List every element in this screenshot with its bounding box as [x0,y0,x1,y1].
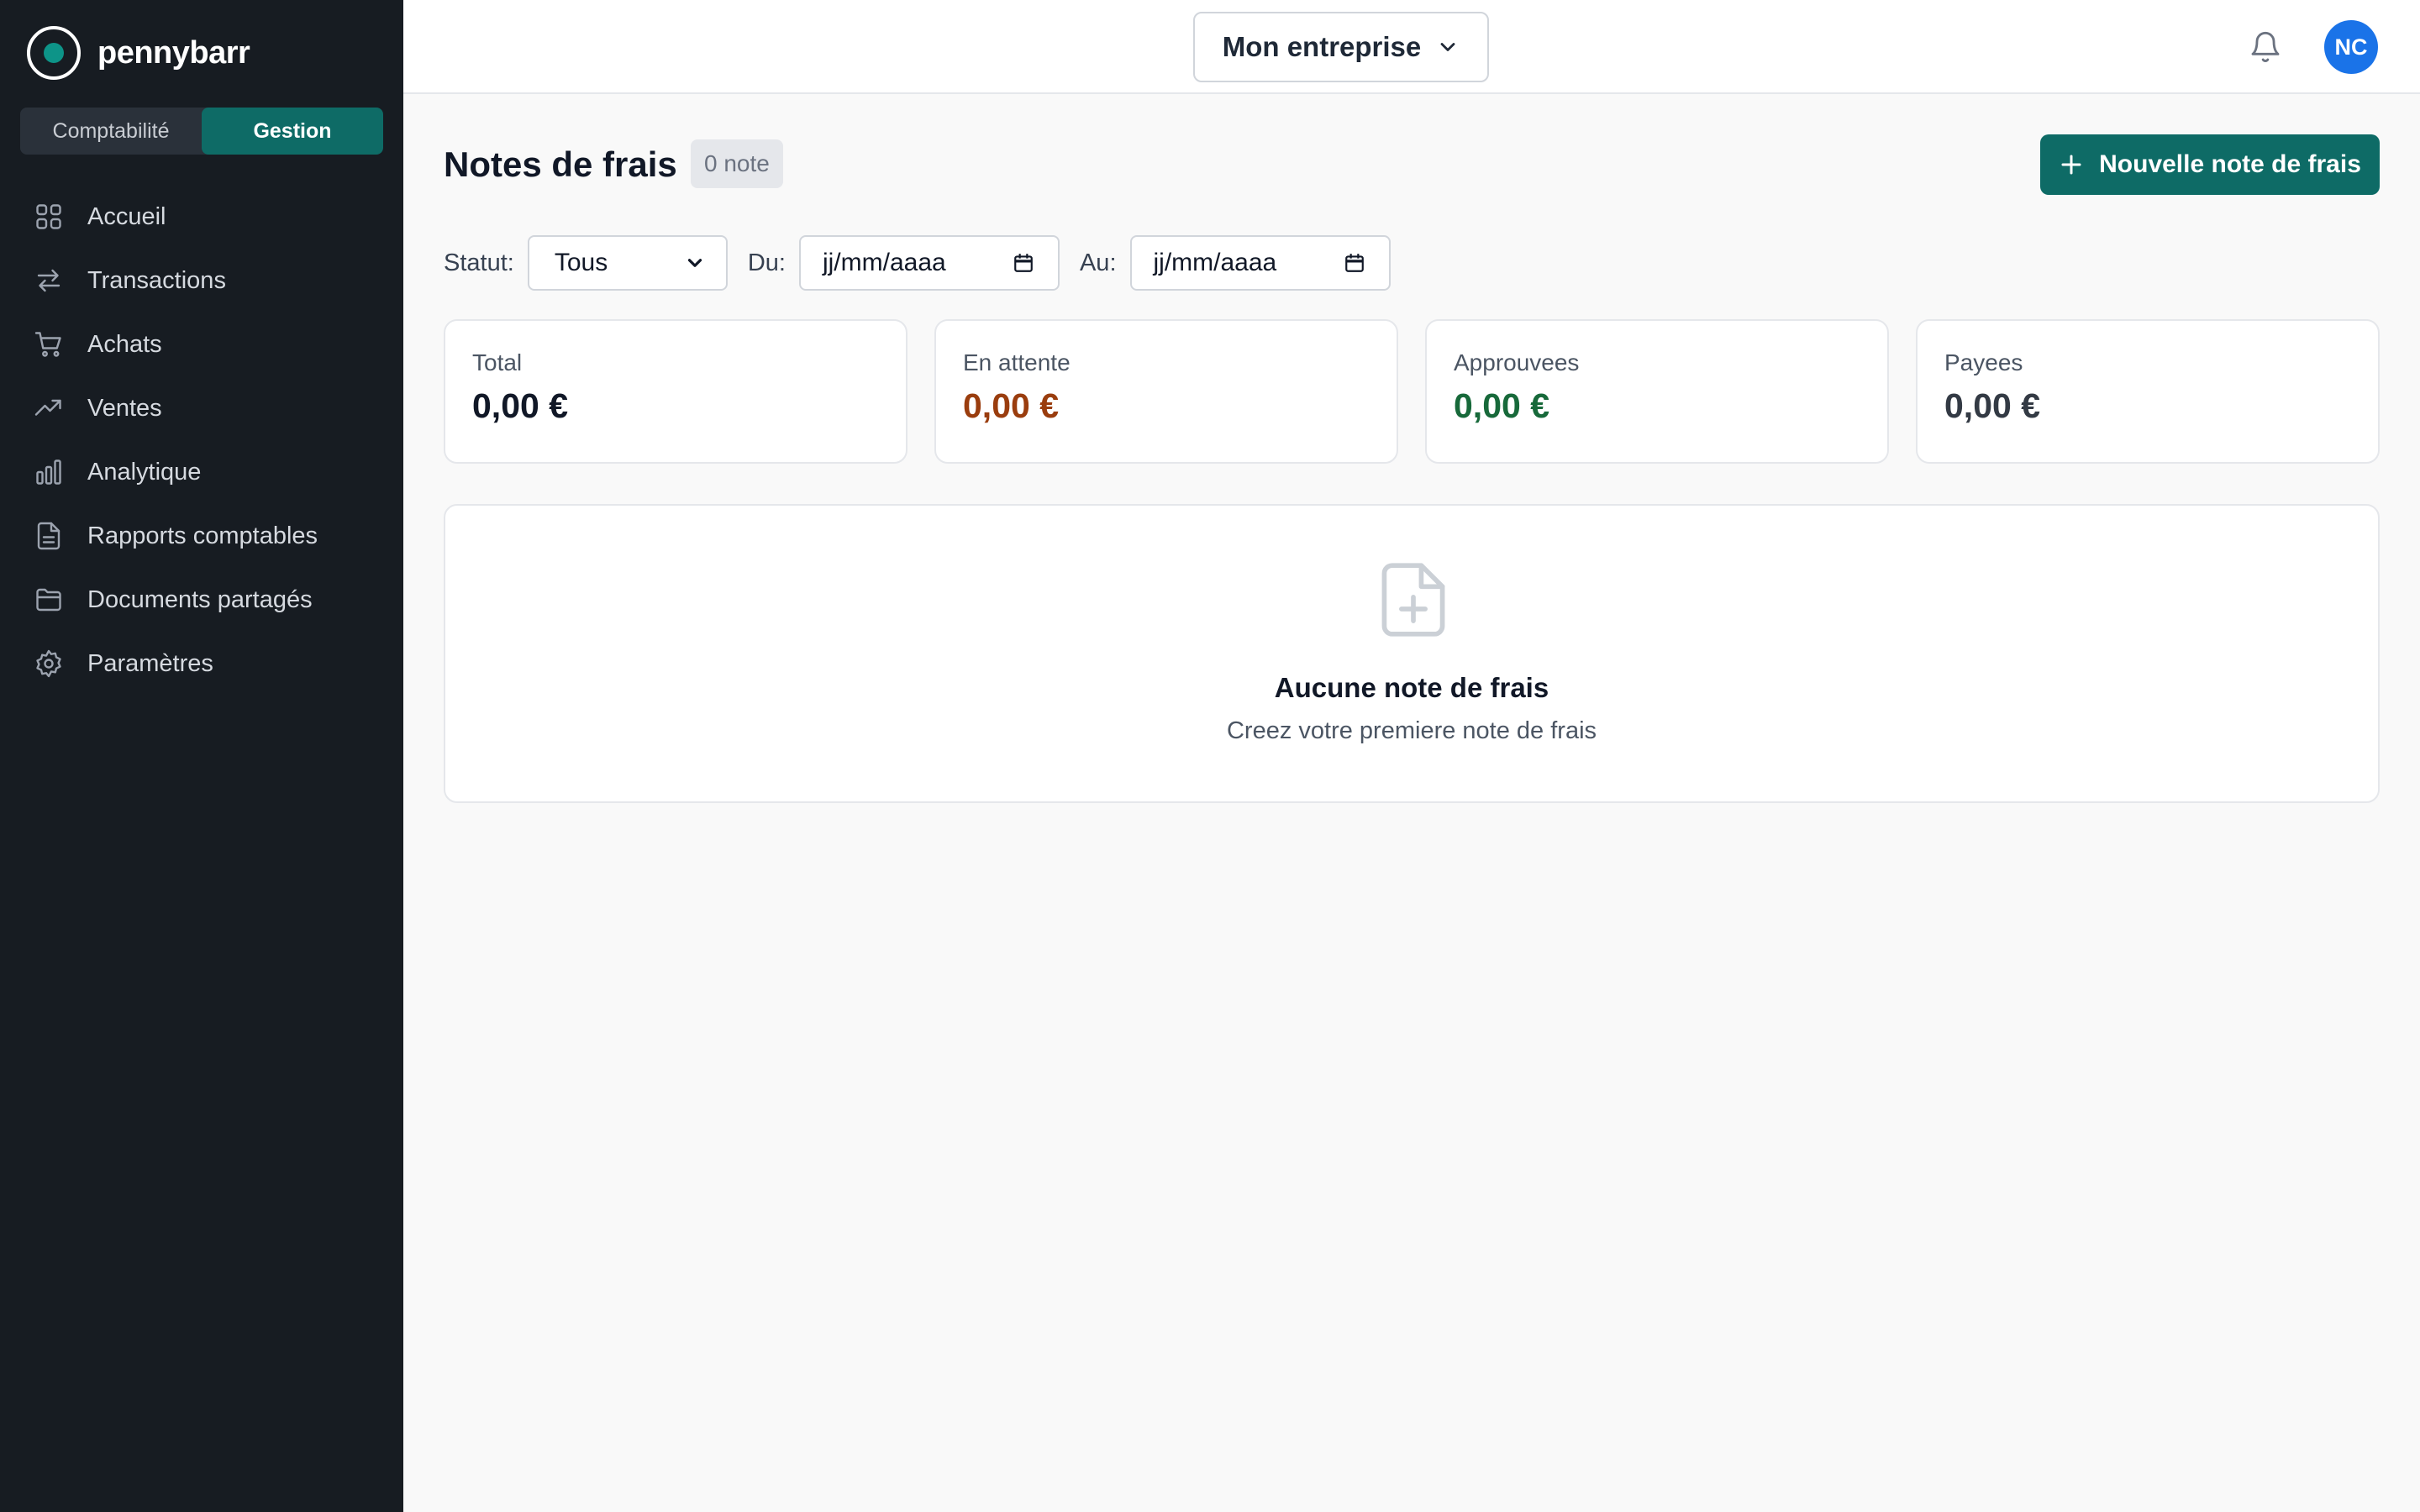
chevron-down-icon [1440,43,1455,51]
sidebar-item-rapports[interactable]: Rapports comptables [0,504,403,568]
sidebar: pennybarr Comptabilité Gestion Accueil T… [0,0,403,1512]
sidebar-item-label: Paramètres [87,649,213,677]
card-value: 0,00 € [963,386,1059,425]
summary-cards: Total 0,00 € En attente 0,00 € Approuvee… [444,319,2380,464]
sidebar-item-ventes[interactable]: Ventes [0,376,403,440]
top-bar: Mon entreprise NC [403,0,2420,94]
status-label: Statut: [444,249,514,276]
summary-card-pending: En attente 0,00 € [934,319,1398,464]
card-value: 0,00 € [472,386,568,425]
sidebar-nav: Accueil Transactions Achats Ventes Analy… [0,185,403,696]
from-date-value: jj/mm/aaaa [822,249,946,276]
filters-bar: Statut: Tous Du: jj/mm/aaaa Au: jj/mm/aa… [444,235,1411,291]
to-date-value: jj/mm/aaaa [1153,249,1277,276]
sidebar-item-parametres[interactable]: Paramètres [0,632,403,696]
status-select[interactable]: Tous [527,235,728,291]
status-value: Tous [554,249,608,276]
tab-comptabilite[interactable]: Comptabilité [20,108,202,155]
trending-up-icon [34,399,61,416]
count-badge: 0 note [691,139,783,188]
brand[interactable]: pennybarr [27,25,250,81]
sidebar-item-label: Documents partagés [87,585,313,613]
sidebar-item-label: Ventes [87,394,162,422]
bar-chart-icon [36,459,61,485]
cart-icon [34,332,61,357]
company-name: Mon entreprise [1222,31,1422,62]
company-selector[interactable]: Mon entreprise [1193,12,1489,82]
sidebar-item-label: Analytique [87,458,202,486]
empty-state: Aucune note de frais Creez votre premier… [444,504,2380,803]
gear-icon [36,649,61,678]
bell-icon[interactable] [2249,30,2282,64]
calendar-icon [1344,254,1364,272]
brand-name: pennybarr [97,34,250,71]
card-value: 0,00 € [1454,386,1549,425]
sidebar-item-transactions[interactable]: Transactions [0,249,403,312]
calendar-icon [1014,254,1033,272]
summary-card-paid: Payees 0,00 € [1916,319,2380,464]
mode-switch: Comptabilité Gestion [20,108,383,155]
card-label: Payees [1944,349,2023,375]
document-icon [37,522,60,550]
card-label: Approuvees [1454,349,1580,375]
empty-state-subtitle: Creez votre premiere note de frais [1226,717,1597,744]
empty-state-title: Aucune note de frais [1274,672,1549,703]
to-label: Au: [1079,249,1117,276]
summary-card-approved: Approuvees 0,00 € [1425,319,1889,464]
main-content: Notes de frais 0 note Nouvelle note de f… [403,94,2420,1512]
file-plus-icon [1381,563,1445,637]
grid-icon [36,204,61,229]
sidebar-item-label: Transactions [87,266,226,294]
plus-icon [2061,155,2081,175]
sidebar-item-label: Rapports comptables [87,522,318,549]
sidebar-item-documents[interactable]: Documents partagés [0,568,403,632]
sidebar-item-analytique[interactable]: Analytique [0,440,403,504]
sidebar-item-achats[interactable]: Achats [0,312,403,376]
card-label: En attente [963,349,1071,375]
chevron-down-icon [687,259,702,267]
sidebar-item-accueil[interactable]: Accueil [0,185,403,249]
sidebar-item-label: Accueil [87,202,166,230]
swap-arrows-icon [37,269,60,292]
summary-card-total: Total 0,00 € [444,319,908,464]
new-expense-button[interactable]: Nouvelle note de frais [2040,134,2380,195]
folder-icon [36,588,61,612]
sidebar-item-label: Achats [87,330,162,358]
logo-icon [27,26,81,80]
to-date-input[interactable]: jj/mm/aaaa [1129,235,1391,291]
tab-gestion[interactable]: Gestion [202,108,383,155]
card-value: 0,00 € [1944,386,2040,425]
card-label: Total [472,349,523,375]
page-title: Notes de frais [444,144,677,184]
from-date-input[interactable]: jj/mm/aaaa [798,235,1060,291]
from-label: Du: [747,249,786,276]
new-expense-label: Nouvelle note de frais [2099,150,2361,178]
avatar[interactable]: NC [2324,20,2378,74]
